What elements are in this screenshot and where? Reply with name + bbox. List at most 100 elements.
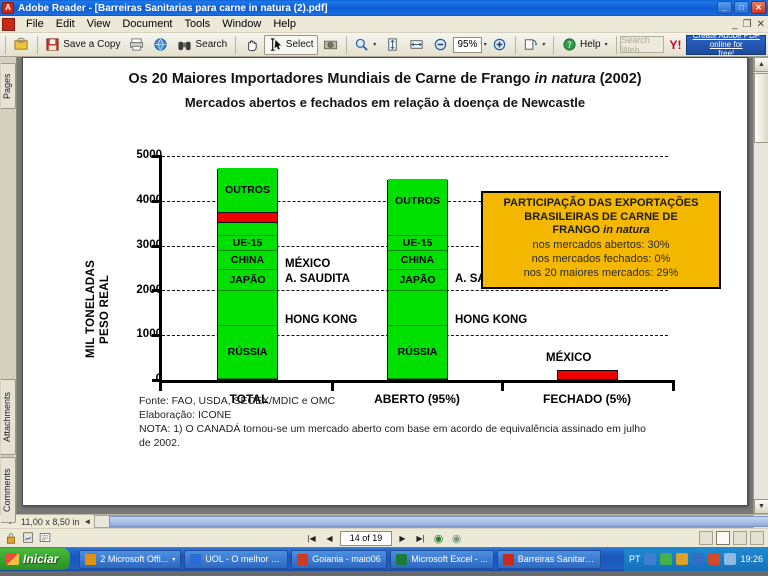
- bar-fechado[interactable]: [557, 369, 618, 380]
- attachments-icon[interactable]: [38, 531, 52, 545]
- zoom-level-input[interactable]: 95%: [453, 36, 482, 53]
- segment-total-hong-kong: [218, 290, 277, 327]
- previous-view-button[interactable]: ◉: [431, 531, 446, 546]
- y-tick-label-4000: 4000: [136, 194, 162, 206]
- menu-item-tools[interactable]: Tools: [179, 17, 217, 31]
- continuous-view-button[interactable]: [716, 531, 730, 545]
- segment-total-japao: JAPÃO: [218, 270, 277, 291]
- y-tick-label-0: 0: [155, 373, 162, 385]
- first-page-button[interactable]: |◀: [304, 531, 319, 546]
- chevron-down-icon[interactable]: ▾: [373, 41, 376, 48]
- fit-page-button[interactable]: [381, 35, 404, 55]
- toolbar-separator: [5, 35, 6, 54]
- minimize-button[interactable]: _: [717, 1, 732, 14]
- tray-icon-3[interactable]: [676, 553, 689, 565]
- save-a-copy-button[interactable]: Save a Copy: [41, 35, 124, 55]
- menu-item-view[interactable]: View: [81, 17, 117, 31]
- taskbar-item-office[interactable]: 2 Microsoft Offi... ▾: [79, 549, 182, 569]
- tray-icon-6[interactable]: [724, 553, 737, 565]
- navigation-pane-tabs: Pages Attachments Comments: [0, 57, 17, 523]
- menu-item-document[interactable]: Document: [116, 17, 178, 31]
- hand-tool-button[interactable]: [240, 35, 263, 55]
- tray-icon-5[interactable]: [708, 553, 721, 565]
- page-number-indicator[interactable]: 14 of 19: [340, 530, 392, 546]
- continuous-facing-view-button[interactable]: [750, 531, 764, 545]
- horizontal-scrollbar[interactable]: [94, 515, 768, 528]
- nav-tab-comments[interactable]: Comments: [1, 457, 16, 523]
- document-icon: [2, 17, 15, 31]
- scroll-down-button[interactable]: ▼: [754, 499, 768, 514]
- last-page-button[interactable]: ▶|: [413, 531, 428, 546]
- nav-tab-pages[interactable]: Pages: [1, 63, 16, 109]
- taskbar-item-acrobat[interactable]: Barreiras Sanitari...: [496, 549, 601, 569]
- clock[interactable]: 19:26: [740, 554, 763, 564]
- yahoo-logo[interactable]: Y!: [665, 35, 685, 55]
- vertical-scroll-thumb[interactable]: [754, 73, 768, 143]
- tray-icon-2[interactable]: [660, 553, 673, 565]
- nav-tab-attachments[interactable]: Attachments: [1, 379, 16, 455]
- menu-item-file[interactable]: File: [20, 17, 50, 31]
- next-page-button[interactable]: ▶: [395, 531, 410, 546]
- zoom-tool-button[interactable]: ▾: [350, 35, 380, 55]
- zoom-out-button[interactable]: [429, 35, 452, 55]
- excel-icon: [396, 553, 408, 565]
- zoom-dropdown-icon[interactable]: ▾: [484, 41, 487, 48]
- segment-total-outros: OUTROS: [218, 168, 277, 213]
- mdi-restore-button[interactable]: ❐: [743, 19, 752, 30]
- scroll-up-button[interactable]: ▲: [754, 57, 768, 72]
- footnotes: Fonte: FAO, USDA, SECEX/MDIC e OMC Elabo…: [139, 394, 739, 450]
- y-tick-label-2000: 2000: [136, 284, 162, 296]
- chevron-down-icon[interactable]: ▾: [542, 41, 545, 48]
- chevron-down-icon[interactable]: ▾: [605, 41, 608, 48]
- printer-icon: [130, 38, 144, 51]
- x-tick-end: [672, 383, 675, 391]
- close-button[interactable]: ✕: [751, 1, 766, 14]
- mdi-close-button[interactable]: ✕: [757, 19, 765, 30]
- create-adobe-pdf-online-button[interactable]: Create Adobe PDF online for free!: [686, 31, 767, 58]
- email-button[interactable]: [149, 35, 172, 55]
- taskbar-item-uol[interactable]: UOL - O melhor c...: [184, 549, 289, 569]
- snapshot-button[interactable]: [319, 35, 342, 55]
- rotate-view-button[interactable]: ▾: [519, 35, 549, 55]
- select-tool-button[interactable]: Select: [263, 34, 318, 55]
- bar-aberto[interactable]: RÚSSIA JAPÃO CHINA UE-15 OUTROS: [387, 179, 448, 380]
- tray-icon-4[interactable]: [692, 553, 705, 565]
- x-tick-start: [159, 383, 162, 391]
- scroll-left-arrow-icon[interactable]: ◄: [83, 517, 94, 526]
- chart-figure: Os 20 Maiores Importadores Mundiais de C…: [23, 58, 747, 505]
- single-page-view-button[interactable]: [699, 531, 713, 545]
- start-button[interactable]: Iniciar: [0, 548, 71, 570]
- tray-icon-1[interactable]: [644, 553, 657, 565]
- zoom-out-icon: [434, 38, 447, 51]
- signature-icon[interactable]: [21, 531, 35, 545]
- y-axis-title-line-1: MIL TONELADAS: [85, 259, 97, 358]
- menu-item-help[interactable]: Help: [267, 17, 302, 31]
- search-button[interactable]: Search: [173, 35, 231, 55]
- horizontal-scroll-thumb[interactable]: [109, 516, 768, 527]
- next-view-button[interactable]: ◉: [449, 531, 464, 546]
- security-icon[interactable]: [4, 531, 18, 545]
- taskbar-item-goiania[interactable]: Goiania - maio06: [291, 549, 388, 569]
- taskbar-item-excel[interactable]: Microsoft Excel - ...: [390, 549, 494, 569]
- page-view[interactable]: Os 20 Maiores Importadores Mundiais de C…: [17, 57, 753, 514]
- mdi-minimize-button[interactable]: _: [732, 19, 738, 30]
- facing-view-button[interactable]: [733, 531, 747, 545]
- yahoo-search-input[interactable]: Search Web: [620, 35, 665, 55]
- segment-total-ue15: UE-15: [218, 236, 277, 252]
- fit-width-button[interactable]: [405, 35, 428, 55]
- menu-item-window[interactable]: Window: [216, 17, 267, 31]
- menu-item-edit[interactable]: Edit: [50, 17, 81, 31]
- previous-page-button[interactable]: ◀: [322, 531, 337, 546]
- callout-heading-1: PARTICIPAÇÃO DAS EXPORTAÇÕES: [503, 197, 699, 209]
- chevron-down-icon[interactable]: ▾: [172, 556, 175, 563]
- vertical-scrollbar[interactable]: ▲ ▼: [753, 57, 768, 514]
- language-indicator[interactable]: PT: [629, 554, 641, 564]
- print-button[interactable]: [125, 35, 148, 55]
- open-button[interactable]: [10, 35, 33, 55]
- help-button[interactable]: ? Help ▾: [558, 35, 612, 55]
- pdf-page: Os 20 Maiores Importadores Mundiais de C…: [22, 57, 748, 506]
- zoom-in-button[interactable]: [488, 35, 511, 55]
- bar-total[interactable]: RÚSSIA JAPÃO CHINA UE-15 OUTROS: [217, 168, 278, 380]
- maximize-button[interactable]: □: [734, 1, 749, 14]
- callout-heading-3: FRANGO in natura: [487, 224, 715, 238]
